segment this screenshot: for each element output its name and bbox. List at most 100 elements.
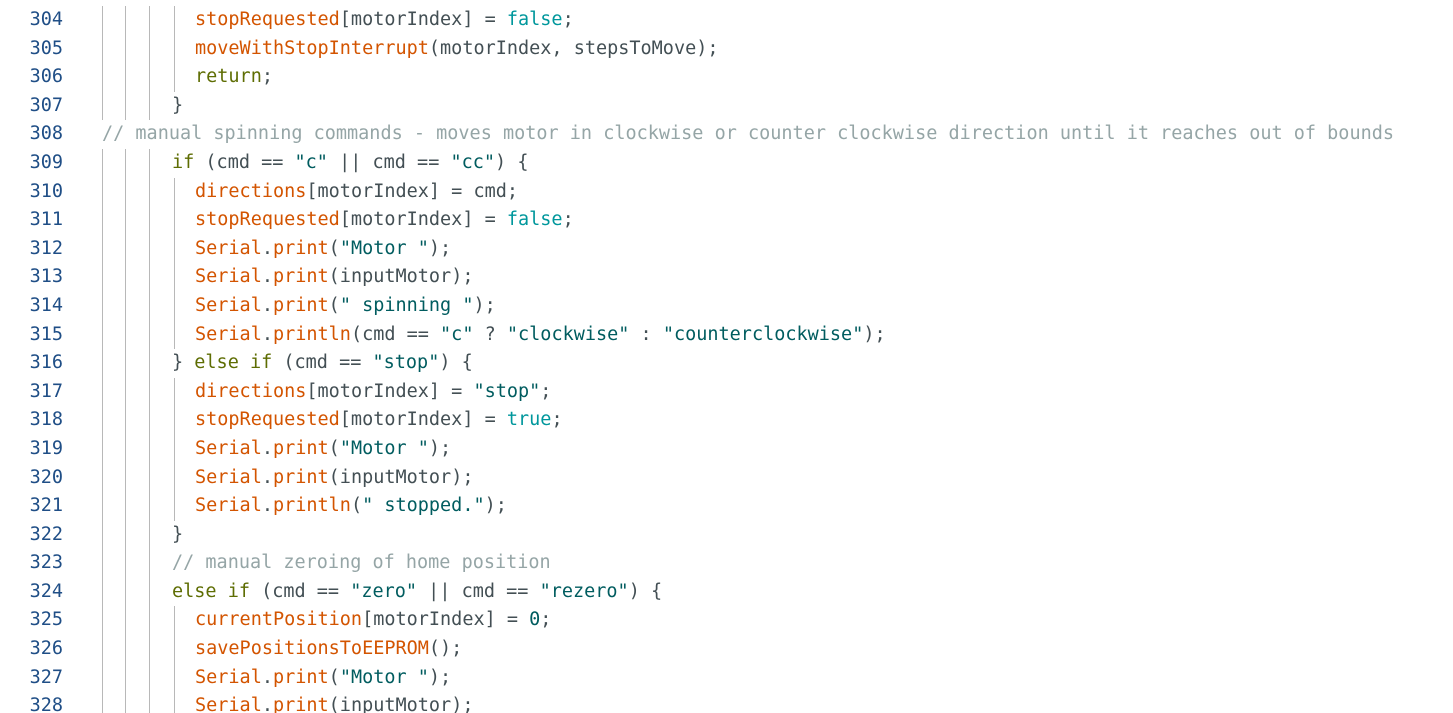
indent-guide-line <box>102 692 103 713</box>
indent-guide-line <box>149 320 150 350</box>
code-line[interactable]: 315 Serial.println(cmd == "c" ? "clockwis… <box>0 320 1453 350</box>
code-token: ( <box>350 495 363 517</box>
code-line[interactable]: 304 stopRequested[motorIndex] = false; <box>0 6 1453 35</box>
code-line[interactable]: 305 moveWithStopInterrupt(motorIndex, ste… <box>0 34 1453 64</box>
code-line[interactable]: 306 return; <box>0 63 1453 92</box>
indent-guide-line <box>102 206 103 235</box>
code-line[interactable]: 308// manual spinning commands - moves m… <box>0 120 1453 149</box>
indent-guide-line <box>125 34 126 64</box>
code-line[interactable]: 324 else if (cmd == "zero" || cmd == "rez… <box>0 577 1453 607</box>
code-text: // manual zeroing of home position <box>172 549 551 578</box>
indent-guide-line <box>125 234 126 264</box>
code-token: stopRequested <box>195 9 340 30</box>
code-token: print <box>272 294 329 316</box>
code-token: stopRequested <box>195 409 340 431</box>
indent-guide-line <box>102 291 103 321</box>
code-line[interactable]: 309 if (cmd == "c" || cmd == "cc") { <box>0 148 1453 178</box>
indent-guide-line <box>125 663 126 693</box>
code-token: } <box>172 352 195 374</box>
code-token: "Motor " <box>339 437 429 459</box>
code-token: Serial <box>195 266 262 288</box>
indent-guide-line <box>174 206 175 235</box>
code-token: } <box>172 94 184 116</box>
code-line[interactable]: 321 Serial.println(" stopped."); <box>0 492 1453 521</box>
code-line[interactable]: 325 currentPosition[motorIndex] = 0; <box>0 606 1453 636</box>
code-line[interactable]: 323// manual zeroing of home position <box>0 549 1453 578</box>
code-line[interactable]: 314 Serial.print(" spinning "); <box>0 291 1453 321</box>
code-token: } <box>172 523 184 545</box>
code-text: // manual spinning commands - moves moto… <box>102 120 1394 149</box>
code-token: (); <box>428 638 463 660</box>
code-text: stopRequested[motorIndex] = false; <box>195 6 574 35</box>
code-line[interactable]: 311 stopRequested[motorIndex] = false; <box>0 206 1453 235</box>
code-token: "counterclockwise" <box>662 323 864 345</box>
code-token: directions <box>195 380 307 402</box>
code-token: print <box>272 266 329 288</box>
code-token: ) { <box>439 352 473 374</box>
indent-guide-line <box>125 377 126 407</box>
code-token: (inputMotor); <box>328 695 474 713</box>
code-token: "rezero" <box>539 580 629 602</box>
code-line[interactable]: 322} <box>0 520 1453 550</box>
code-text: stopRequested[motorIndex] = true; <box>195 406 563 435</box>
indent-guide-line <box>149 663 150 693</box>
code-editor[interactable]: 304 stopRequested[motorIndex] = false; 305… <box>0 0 1453 713</box>
code-token: print <box>272 666 329 688</box>
indent-guide-line <box>149 6 150 35</box>
indent-guide-line <box>174 606 175 636</box>
code-token: currentPosition <box>195 609 363 631</box>
code-line[interactable]: 317 directions[motorIndex] = "stop"; <box>0 377 1453 407</box>
code-line[interactable]: 326 savePositionsToEEPROM(); <box>0 635 1453 664</box>
code-token: ; <box>540 609 552 631</box>
code-token: ; <box>261 66 273 88</box>
code-token: Serial <box>195 666 262 688</box>
code-token: (cmd == <box>249 580 351 602</box>
indent-guide-line <box>149 206 150 235</box>
indent-guide-line <box>102 320 103 350</box>
code-line[interactable]: 312 Serial.print("Motor "); <box>0 234 1453 264</box>
indent-guides <box>0 520 300 550</box>
indent-guide-line <box>174 177 175 207</box>
indent-guide-line <box>125 148 126 178</box>
code-token: ) { <box>628 580 663 602</box>
code-token: ( <box>328 666 340 688</box>
indent-guide-line <box>174 406 175 435</box>
code-token: print <box>272 237 329 259</box>
indent-guide-line <box>149 463 150 493</box>
code-line[interactable]: 328 Serial.print(inputMotor); <box>0 692 1453 713</box>
code-token: // manual zeroing of home position <box>172 552 551 574</box>
indent-guide-line <box>125 463 126 493</box>
indent-guide-line <box>174 234 175 264</box>
code-text: directions[motorIndex] = cmd; <box>195 178 518 207</box>
code-line[interactable]: 307} <box>0 91 1453 121</box>
code-line[interactable]: 310 directions[motorIndex] = cmd; <box>0 177 1453 207</box>
code-line[interactable]: 318 stopRequested[motorIndex] = true; <box>0 406 1453 435</box>
code-text: Serial.print(inputMotor); <box>195 464 473 493</box>
indent-guide-line <box>102 406 103 435</box>
code-token: Serial <box>195 237 262 259</box>
indent-guide-line <box>174 63 175 92</box>
code-line[interactable]: 320 Serial.print(inputMotor); <box>0 463 1453 493</box>
indent-guide-line <box>174 692 175 713</box>
code-line[interactable]: 319 Serial.print("Motor "); <box>0 434 1453 464</box>
code-text: Serial.println(cmd == "c" ? "clockwise" … <box>195 321 886 350</box>
code-line[interactable]: 313 Serial.print(inputMotor); <box>0 263 1453 292</box>
code-text: Serial.println(" stopped."); <box>195 492 507 521</box>
indent-guide-line <box>102 463 103 493</box>
code-token: println <box>272 323 351 345</box>
code-line[interactable]: 316} else if (cmd == "stop") { <box>0 349 1453 378</box>
indent-guide-line <box>102 63 103 92</box>
code-token: ( <box>328 437 340 459</box>
code-text: else if (cmd == "zero" || cmd == "rezero… <box>172 578 662 607</box>
indent-guide-line <box>149 234 150 264</box>
indent-guide-line <box>102 635 103 664</box>
indent-guide-line <box>102 263 103 292</box>
indent-guide-line <box>149 406 150 435</box>
code-line[interactable]: 327 Serial.print("Motor "); <box>0 663 1453 693</box>
code-token: [motorIndex] = <box>362 609 530 631</box>
code-token: ( <box>328 237 340 259</box>
indent-guide-line <box>102 577 103 607</box>
indent-guide-line <box>125 177 126 207</box>
code-token: ); <box>428 437 452 459</box>
indent-guide-line <box>125 406 126 435</box>
